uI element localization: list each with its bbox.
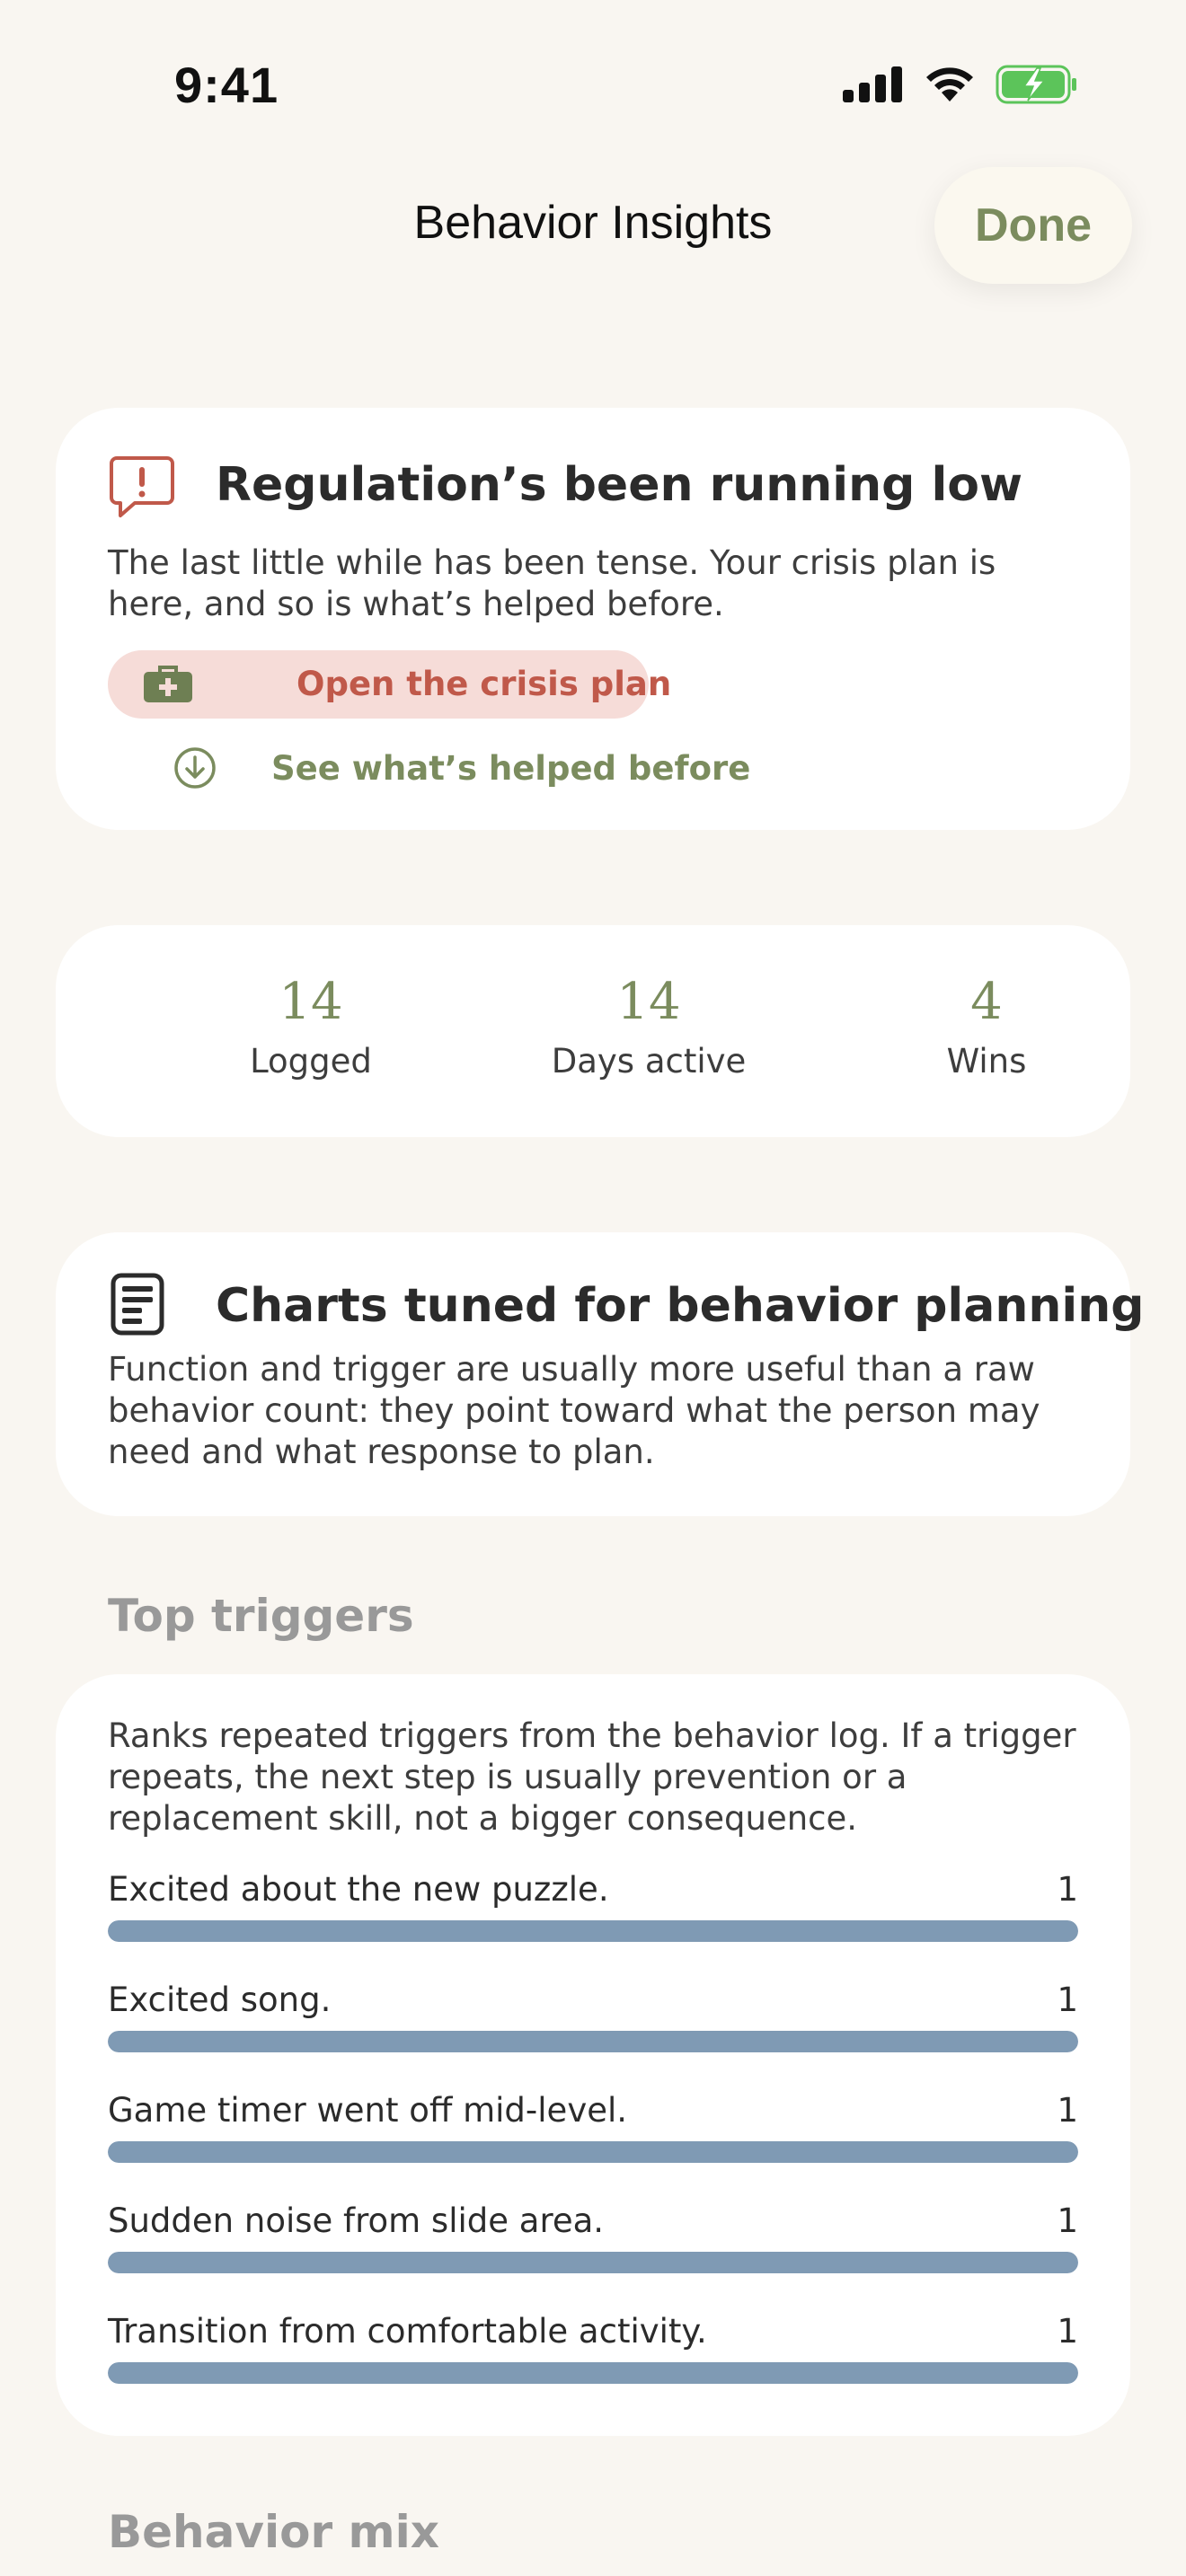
battery-charging-icon [996,65,1076,104]
trigger-count: 1 [1057,2312,1078,2351]
status-icons [843,65,1078,104]
top-triggers-card: Ranks repeated triggers from the behavio… [56,1674,1130,2436]
trigger-bar-fill [108,2031,1078,2052]
stat-days-active: 14 Days active [487,974,810,1081]
trigger-label: Excited song. [108,1981,332,2019]
trigger-row: Game timer went off mid-level. 1 [108,2091,1078,2181]
stat-label: Days active [551,1042,747,1081]
see-helped-before-label: See what’s helped before [271,749,751,788]
trigger-count: 1 [1057,1870,1078,1909]
trigger-bar-track [108,2031,1078,2052]
charts-tuned-title: Charts tuned for behavior planning [216,1279,1145,1333]
wifi-icon [926,67,973,101]
charts-tuned-body: Function and trigger are usually more us… [108,1350,1040,1471]
document-icon [111,1273,164,1336]
trigger-bar-track [108,2362,1078,2384]
trigger-bar-fill [108,1920,1078,1942]
arrow-down-circle-icon [174,747,216,789]
done-button[interactable]: Done [934,167,1132,284]
trigger-row: Excited song. 1 [108,1981,1078,2070]
stat-label: Logged [250,1042,372,1081]
top-triggers-description: Ranks repeated triggers from the behavio… [108,1716,1076,1838]
trigger-count: 1 [1057,2091,1078,2130]
trigger-label: Transition from comfortable activity. [108,2312,707,2351]
status-bar: 9:41 [0,0,1186,171]
open-crisis-plan-button[interactable]: Open the crisis plan [108,650,671,719]
first-aid-kit-icon [144,666,192,702]
stat-value: 14 [616,973,681,1031]
trigger-row: Excited about the new puzzle. 1 [108,1870,1078,1960]
trigger-row: Transition from comfortable activity. 1 [108,2312,1078,2402]
trigger-bar-track [108,1920,1078,1942]
top-triggers-header: Top triggers [108,1590,414,1642]
stat-value: 14 [279,973,343,1031]
trigger-bar-track [108,2141,1078,2163]
crisis-title: Regulation’s been running low [216,458,1023,512]
trigger-bar-fill [108,2252,1078,2273]
stat-wins: 4 Wins [825,974,1148,1081]
alert-bubble-icon [110,456,174,517]
status-time: 9:41 [174,57,279,113]
trigger-count: 1 [1057,2201,1078,2240]
stats-card: 14 Logged 14 Days active 4 Wins [56,925,1130,1137]
crisis-card: Regulation’s been running low The last l… [56,408,1130,830]
charts-tuned-card: Charts tuned for behavior planning Funct… [56,1232,1144,1516]
trigger-label: Sudden noise from slide area. [108,2201,605,2240]
see-helped-before-link[interactable]: See what’s helped before [108,737,750,799]
open-crisis-plan-label: Open the crisis plan [296,665,672,703]
signal-icon [843,66,902,102]
stat-value: 4 [970,973,1003,1031]
trigger-bar-fill [108,2141,1078,2163]
stat-label: Wins [946,1042,1027,1081]
trigger-count: 1 [1057,1981,1078,2019]
trigger-bar-track [108,2252,1078,2273]
behavior-mix-header: Behavior mix [108,2506,439,2558]
trigger-row: Sudden noise from slide area. 1 [108,2201,1078,2291]
trigger-label: Excited about the new puzzle. [108,1870,609,1909]
stat-logged: 14 Logged [149,974,473,1081]
crisis-body: The last little while has been tense. Yo… [108,543,996,623]
trigger-bar-fill [108,2362,1078,2384]
trigger-label: Game timer went off mid-level. [108,2091,628,2130]
